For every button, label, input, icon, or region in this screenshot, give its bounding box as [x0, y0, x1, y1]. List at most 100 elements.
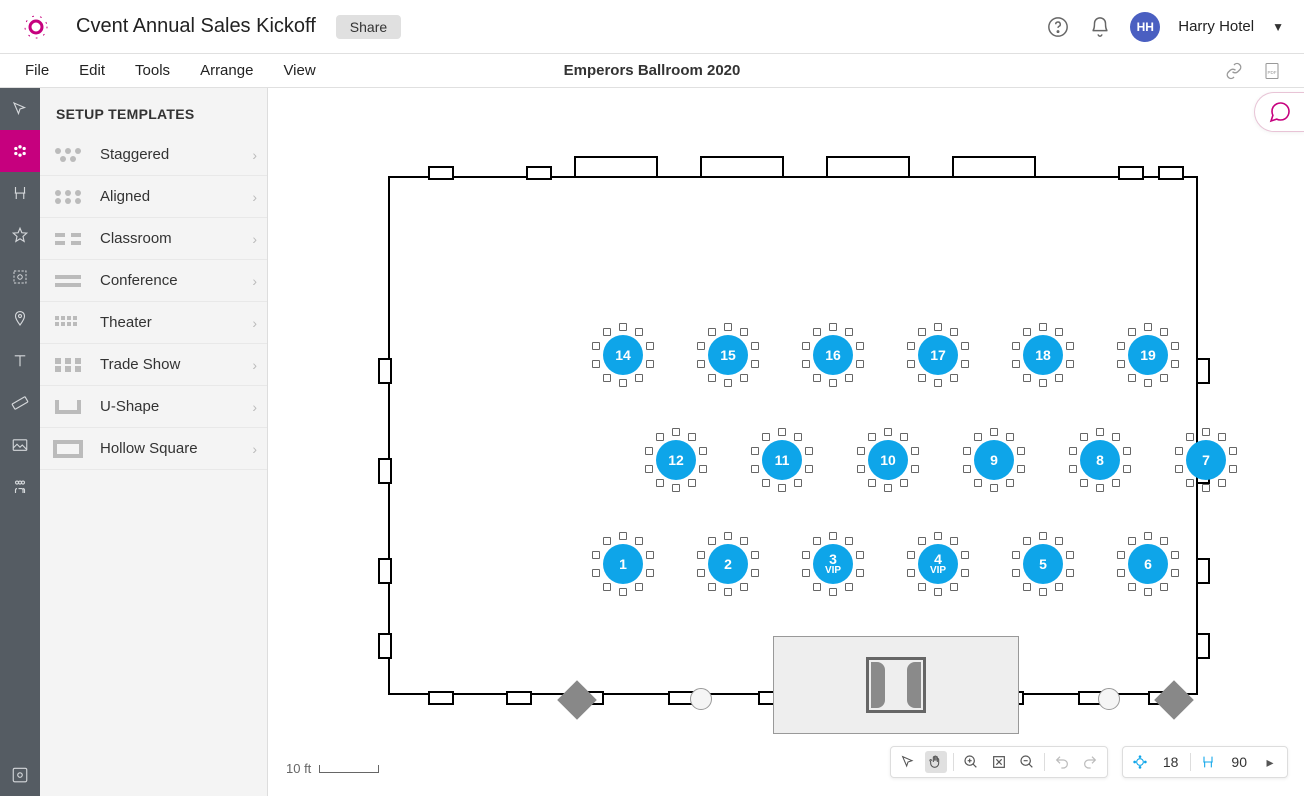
table-14[interactable]: 14: [603, 335, 643, 375]
user-menu-caret-icon[interactable]: ▼: [1272, 20, 1284, 34]
pan-mode-icon[interactable]: [925, 751, 947, 773]
event-title: Cvent Annual Sales Kickoff: [76, 15, 316, 38]
zoom-in-icon[interactable]: [960, 751, 982, 773]
select-tool-icon[interactable]: [0, 88, 40, 130]
layout-tool-icon[interactable]: [0, 130, 40, 172]
measure-tool-icon[interactable]: [0, 382, 40, 424]
table-19[interactable]: 19: [1128, 335, 1168, 375]
svg-text:PDF: PDF: [1268, 70, 1277, 75]
table-2[interactable]: 2: [708, 544, 748, 584]
menu-view[interactable]: View: [268, 62, 330, 79]
people-tool-icon[interactable]: [0, 466, 40, 508]
template-staggered[interactable]: Staggered›: [40, 134, 267, 176]
pdf-export-icon[interactable]: PDF: [1260, 59, 1284, 83]
document-title: Emperors Ballroom 2020: [564, 62, 741, 79]
settings-tool-icon[interactable]: [0, 754, 40, 796]
template-conference[interactable]: Conference›: [40, 260, 267, 302]
link-icon[interactable]: [1222, 59, 1246, 83]
menu-bar: File Edit Tools Arrange View Emperors Ba…: [0, 54, 1304, 88]
template-u-shape[interactable]: U-Shape›: [40, 386, 267, 428]
template-aligned[interactable]: Aligned›: [40, 176, 267, 218]
template-label: Theater: [100, 314, 252, 331]
template-icon: [50, 227, 86, 251]
template-icon: [50, 143, 86, 167]
app-header: Cvent Annual Sales Kickoff Share HH Harr…: [0, 0, 1304, 54]
template-classroom[interactable]: Classroom›: [40, 218, 267, 260]
canvas-area[interactable]: 141516171819121110987123VIP4VIP56 10 ft: [268, 88, 1304, 796]
template-icon: [50, 353, 86, 377]
table-count: 18: [1157, 754, 1185, 770]
table-7[interactable]: 7: [1186, 440, 1226, 480]
zoom-out-icon[interactable]: [1016, 751, 1038, 773]
table-10[interactable]: 10: [868, 440, 908, 480]
menu-edit[interactable]: Edit: [64, 62, 120, 79]
chevron-right-icon: ›: [252, 315, 257, 331]
chevron-right-icon: ›: [252, 147, 257, 163]
table-3[interactable]: 3VIP: [813, 544, 853, 584]
template-hollow-square[interactable]: Hollow Square›: [40, 428, 267, 470]
redo-icon[interactable]: [1079, 751, 1101, 773]
furniture-tool-icon[interactable]: [0, 172, 40, 214]
bell-icon[interactable]: [1088, 15, 1112, 39]
pointer-mode-icon[interactable]: [897, 751, 919, 773]
table-18[interactable]: 18: [1023, 335, 1063, 375]
template-label: Staggered: [100, 146, 252, 163]
table-1[interactable]: 1: [603, 544, 643, 584]
chevron-right-icon: ›: [252, 441, 257, 457]
image-tool-icon[interactable]: [0, 424, 40, 466]
template-trade-show[interactable]: Trade Show›: [40, 344, 267, 386]
help-icon[interactable]: [1046, 15, 1070, 39]
bottom-toolbar: 18 90 ▸: [890, 746, 1288, 778]
template-label: Conference: [100, 272, 252, 289]
user-name: Harry Hotel: [1178, 18, 1254, 35]
table-5[interactable]: 5: [1023, 544, 1063, 584]
chevron-right-icon: ›: [252, 399, 257, 415]
favorites-tool-icon[interactable]: [0, 214, 40, 256]
scale-indicator: 10 ft: [286, 761, 379, 776]
menu-arrange[interactable]: Arrange: [185, 62, 268, 79]
menu-file[interactable]: File: [10, 62, 64, 79]
templates-sidebar: SETUP TEMPLATES Staggered›Aligned›Classr…: [40, 88, 268, 796]
chat-icon[interactable]: [1254, 92, 1304, 132]
table-16[interactable]: 16: [813, 335, 853, 375]
small-node-right[interactable]: [1098, 688, 1120, 710]
small-node-left[interactable]: [690, 688, 712, 710]
template-label: Classroom: [100, 230, 252, 247]
app-logo-icon: [20, 11, 52, 43]
text-tool-icon[interactable]: [0, 340, 40, 382]
table-15[interactable]: 15: [708, 335, 748, 375]
table-9[interactable]: 9: [974, 440, 1014, 480]
template-theater[interactable]: Theater›: [40, 302, 267, 344]
template-label: U-Shape: [100, 398, 252, 415]
left-tool-rail: [0, 88, 40, 796]
zoom-fit-icon[interactable]: [988, 751, 1010, 773]
floorplan[interactable]: 141516171819121110987123VIP4VIP56: [378, 158, 1208, 713]
user-avatar[interactable]: HH: [1130, 12, 1160, 42]
chevron-right-icon: ›: [252, 357, 257, 373]
share-button[interactable]: Share: [336, 15, 401, 39]
region-tool-icon[interactable]: [0, 256, 40, 298]
sidebar-title: SETUP TEMPLATES: [40, 88, 267, 134]
undo-icon[interactable]: [1051, 751, 1073, 773]
template-icon: [50, 185, 86, 209]
table-12[interactable]: 12: [656, 440, 696, 480]
chair-count: 90: [1225, 754, 1253, 770]
table-6[interactable]: 6: [1128, 544, 1168, 584]
table-8[interactable]: 8: [1080, 440, 1120, 480]
chair-count-icon: [1197, 751, 1219, 773]
table-17[interactable]: 17: [918, 335, 958, 375]
chevron-right-icon: ›: [252, 189, 257, 205]
table-4[interactable]: 4VIP: [918, 544, 958, 584]
stage[interactable]: [773, 636, 1019, 734]
location-tool-icon[interactable]: [0, 298, 40, 340]
template-label: Hollow Square: [100, 440, 252, 457]
expand-counts-icon[interactable]: ▸: [1259, 751, 1281, 773]
template-icon: [50, 395, 86, 419]
template-icon: [50, 269, 86, 293]
chevron-right-icon: ›: [252, 273, 257, 289]
scale-label: 10 ft: [286, 761, 311, 776]
menu-tools[interactable]: Tools: [120, 62, 185, 79]
template-label: Trade Show: [100, 356, 252, 373]
template-label: Aligned: [100, 188, 252, 205]
table-11[interactable]: 11: [762, 440, 802, 480]
